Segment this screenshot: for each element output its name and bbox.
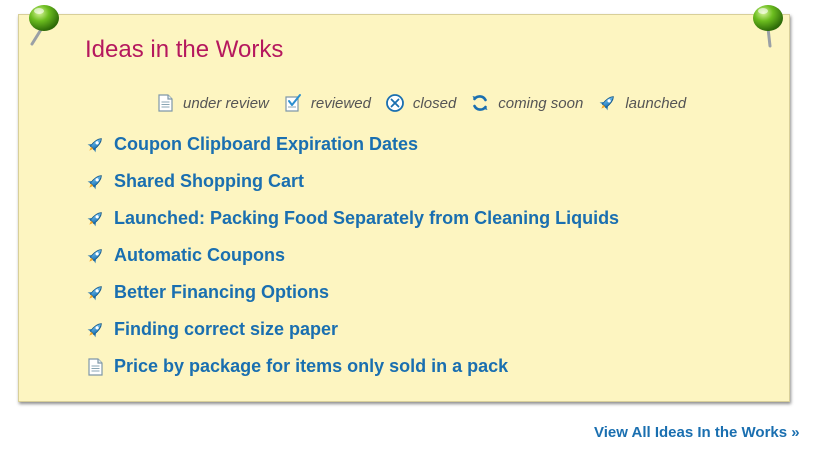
legend-item-reviewed: reviewed xyxy=(283,93,371,113)
launched-icon xyxy=(599,96,615,111)
list-item: Better Financing Options xyxy=(85,274,619,311)
idea-link[interactable]: Automatic Coupons xyxy=(114,245,285,266)
idea-link[interactable]: Better Financing Options xyxy=(114,282,329,303)
legend-label: reviewed xyxy=(310,94,371,112)
panel-title: Ideas in the Works xyxy=(85,36,284,63)
list-item: Shared Shopping Cart xyxy=(85,163,619,200)
legend-label: closed xyxy=(412,94,457,112)
launched-icon xyxy=(87,248,102,263)
view-all-ideas-link[interactable]: View All Ideas In the Works » xyxy=(594,424,800,441)
legend-item-coming-soon: coming soon xyxy=(470,93,583,113)
idea-link[interactable]: Shared Shopping Cart xyxy=(114,171,304,192)
pushpin-icon xyxy=(29,5,59,46)
under-review-icon xyxy=(158,94,173,112)
launched-icon xyxy=(87,137,102,152)
closed-icon xyxy=(386,94,404,112)
launched-icon xyxy=(87,211,102,226)
idea-link[interactable]: Price by package for items only sold in … xyxy=(114,356,508,377)
ideas-widget: Ideas in the Works under review reviewed xyxy=(0,0,831,450)
legend-label: coming soon xyxy=(498,94,584,112)
list-item: Price by package for items only sold in … xyxy=(85,348,619,385)
idea-link[interactable]: Coupon Clipboard Expiration Dates xyxy=(114,134,418,155)
legend-item-under-review: under review xyxy=(155,93,269,113)
list-item: Coupon Clipboard Expiration Dates xyxy=(85,126,619,163)
list-item: Launched: Packing Food Separately from C… xyxy=(85,200,619,237)
list-item: Automatic Coupons xyxy=(85,237,619,274)
status-legend: under review reviewed closed coming soon… xyxy=(155,92,700,114)
launched-icon xyxy=(87,322,102,337)
idea-link[interactable]: Launched: Packing Food Separately from C… xyxy=(114,208,619,229)
legend-label: under review xyxy=(183,94,269,112)
legend-item-launched: launched xyxy=(597,93,686,113)
launched-icon xyxy=(87,174,102,189)
reviewed-icon xyxy=(285,94,301,112)
legend-label: launched xyxy=(625,94,687,112)
launched-icon xyxy=(87,285,102,300)
ideas-list: Coupon Clipboard Expiration Dates Shared… xyxy=(85,126,619,385)
legend-item-closed: closed xyxy=(385,93,456,113)
coming-soon-icon xyxy=(472,95,488,111)
list-item: Finding correct size paper xyxy=(85,311,619,348)
under-review-icon xyxy=(88,357,103,376)
idea-link[interactable]: Finding correct size paper xyxy=(114,319,338,340)
pushpin-icon xyxy=(753,5,783,48)
